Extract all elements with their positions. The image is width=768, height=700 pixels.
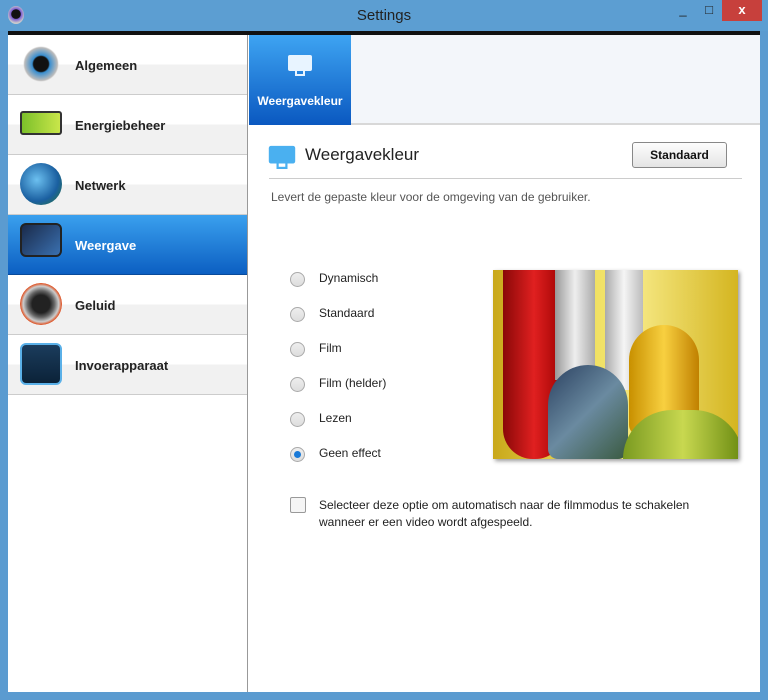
radio-label: Film bbox=[319, 341, 342, 355]
radio-button[interactable] bbox=[290, 272, 305, 287]
sidebar-item-netwerk[interactable]: Netwerk bbox=[8, 155, 247, 215]
close-button[interactable]: x bbox=[722, 0, 762, 21]
section-description: Levert de gepaste kleur voor de omgeving… bbox=[271, 190, 591, 204]
radio-dynamisch[interactable]: Dynamisch bbox=[290, 270, 490, 290]
sidebar-item-weergave[interactable]: Weergave bbox=[8, 215, 247, 275]
tab-label: Weergavekleur bbox=[257, 94, 343, 108]
globe-wifi-icon bbox=[20, 163, 62, 205]
radio-standaard[interactable]: Standaard bbox=[290, 305, 490, 325]
sidebar-item-energiebeheer[interactable]: Energiebeheer bbox=[8, 95, 247, 155]
title-bar: Settings _ □ x bbox=[0, 0, 768, 31]
sidebar-item-label: Algemeen bbox=[75, 58, 138, 73]
radio-button[interactable] bbox=[290, 377, 305, 392]
standard-button[interactable]: Standaard bbox=[632, 142, 727, 168]
divider bbox=[269, 178, 742, 179]
sidebar-item-geluid[interactable]: Geluid bbox=[8, 275, 247, 335]
preview-image bbox=[493, 270, 738, 459]
touch-icon bbox=[20, 343, 62, 385]
speaker-icon bbox=[20, 283, 62, 325]
radio-label: Standaard bbox=[319, 306, 375, 320]
maximize-button[interactable]: □ bbox=[696, 0, 722, 21]
minimize-button[interactable]: _ bbox=[670, 0, 696, 21]
auto-film-checkbox[interactable] bbox=[290, 497, 306, 513]
radio-button[interactable] bbox=[290, 412, 305, 427]
radio-label: Film (helder) bbox=[319, 376, 387, 390]
radio-film[interactable]: Film bbox=[290, 340, 490, 360]
auto-film-label: Selecteer deze optie om automatisch naar… bbox=[319, 498, 690, 529]
window-body: Algemeen Energiebeheer Netwerk Weergave … bbox=[8, 31, 760, 692]
radio-label: Geen effect bbox=[319, 446, 381, 460]
radio-geen-effect[interactable]: Geen effect bbox=[290, 445, 490, 465]
radio-button[interactable] bbox=[290, 342, 305, 357]
radio-film-helder[interactable]: Film (helder) bbox=[290, 375, 490, 395]
sidebar-item-label: Invoerapparaat bbox=[75, 358, 169, 373]
gear-icon bbox=[20, 43, 62, 85]
sidebar: Algemeen Energiebeheer Netwerk Weergave … bbox=[8, 35, 248, 692]
radio-button[interactable] bbox=[290, 447, 305, 462]
radio-label: Lezen bbox=[319, 411, 352, 425]
radio-button[interactable] bbox=[290, 307, 305, 322]
monitor-icon bbox=[288, 55, 312, 77]
tab-weergavekleur[interactable]: Weergavekleur bbox=[249, 35, 351, 125]
section-title: Weergavekleur bbox=[305, 145, 420, 164]
radio-lezen[interactable]: Lezen bbox=[290, 410, 490, 430]
battery-icon bbox=[20, 111, 62, 135]
sidebar-item-label: Weergave bbox=[75, 238, 137, 253]
sidebar-item-algemeen[interactable]: Algemeen bbox=[8, 35, 247, 95]
window-title: Settings bbox=[356, 7, 412, 24]
sidebar-item-label: Geluid bbox=[75, 298, 116, 313]
tab-bar: Weergavekleur bbox=[249, 35, 760, 125]
display-icon bbox=[20, 223, 62, 257]
sidebar-item-label: Energiebeheer bbox=[75, 118, 166, 133]
sidebar-item-invoerapparaat[interactable]: Invoerapparaat bbox=[8, 335, 247, 395]
monitor-icon bbox=[268, 145, 296, 170]
radio-label: Dynamisch bbox=[319, 271, 379, 285]
sidebar-item-label: Netwerk bbox=[75, 178, 126, 193]
